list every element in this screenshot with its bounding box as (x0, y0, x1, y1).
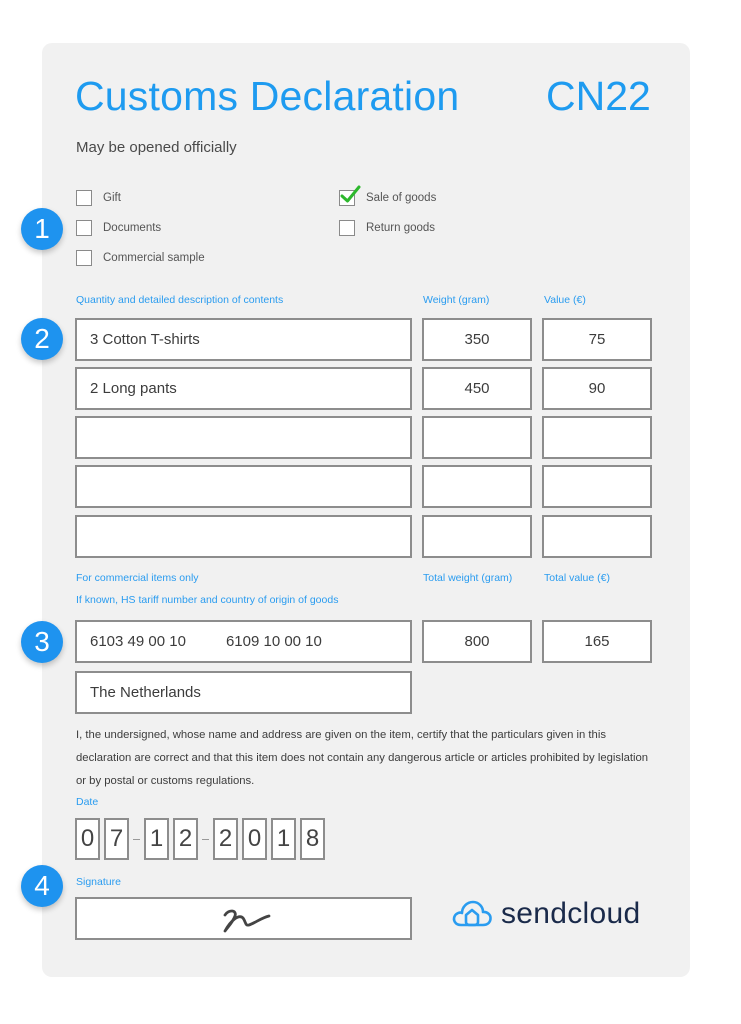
checkbox-box[interactable] (339, 220, 355, 236)
date-month-digit-2[interactable]: 2 (173, 818, 198, 860)
sendcloud-logo: sendcloud (451, 897, 640, 931)
weight-input-2[interactable]: 450 (422, 367, 532, 410)
value-input-5[interactable] (542, 515, 652, 558)
form-subtitle: May be opened officially (76, 139, 237, 156)
date-separator (202, 838, 209, 840)
weight-input-4[interactable] (422, 465, 532, 508)
description-header: Quantity and detailed description of con… (76, 294, 284, 306)
checkmark-icon (340, 185, 361, 203)
total-value-input[interactable]: 165 (542, 620, 652, 663)
description-input-1[interactable]: 3 Cotton T-shirts (75, 318, 412, 361)
date-year-digit-2[interactable]: 0 (242, 818, 267, 860)
signature-field[interactable] (75, 897, 412, 940)
hs-code-1: 6103 49 00 10 (90, 633, 186, 650)
date-day-digit-1[interactable]: 0 (75, 818, 100, 860)
checkbox-label: Gift (103, 192, 121, 204)
checkbox-label: Documents (103, 222, 162, 234)
checkbox-label: Commercial sample (103, 252, 205, 264)
checkbox-documents[interactable]: Documents (76, 220, 161, 236)
date-label: Date (76, 796, 99, 808)
checkbox-gift[interactable]: Gift (76, 190, 121, 206)
date-input[interactable]: 0 7 1 2 2 0 1 8 (75, 818, 329, 860)
brand-name: sendcloud (501, 897, 641, 930)
checkbox-return-goods[interactable]: Return goods (339, 220, 435, 236)
hs-code-2: 6109 10 00 10 (225, 633, 322, 650)
date-year-digit-3[interactable]: 1 (271, 818, 296, 860)
date-month-digit-1[interactable]: 1 (144, 818, 169, 860)
checkbox-commercial-sample[interactable]: Commercial sample (76, 250, 205, 266)
checkbox-box-checked[interactable] (339, 185, 361, 206)
step-badge-4: 4 (21, 865, 63, 907)
declaration-text: I, the undersigned, whose name and addre… (76, 729, 649, 787)
value-input-3[interactable] (542, 416, 652, 459)
checkbox-box[interactable] (76, 190, 92, 206)
weight-input-3[interactable] (422, 416, 532, 459)
checkbox-box[interactable] (76, 250, 92, 266)
country-of-origin-input[interactable]: The Netherlands (75, 671, 412, 714)
checkbox-label: Return goods (366, 222, 436, 234)
hs-tariff-input[interactable]: 6103 49 00 10 6109 10 00 10 (75, 620, 412, 663)
value-input-1[interactable]: 75 (542, 318, 652, 361)
step-badge-2: 2 (21, 318, 63, 360)
signature-label: Signature (76, 876, 121, 888)
total-weight-input[interactable]: 800 (422, 620, 532, 663)
date-year-digit-1[interactable]: 2 (213, 818, 238, 860)
weight-input-5[interactable] (422, 515, 532, 558)
weight-input-1[interactable]: 350 (422, 318, 532, 361)
total-weight-label: Total weight (gram) (423, 572, 513, 584)
weight-header: Weight (gram) (423, 294, 490, 306)
description-input-4[interactable] (75, 465, 412, 508)
checkbox-box[interactable] (76, 220, 92, 236)
date-year-digit-4[interactable]: 8 (300, 818, 325, 860)
form-title: Customs Declaration (75, 73, 460, 119)
description-input-2[interactable]: 2 Long pants (75, 367, 412, 410)
checkbox-label: Sale of goods (366, 192, 437, 204)
value-header: Value (€) (544, 294, 586, 306)
cloud-icon (452, 900, 492, 927)
description-input-3[interactable] (75, 416, 412, 459)
date-day-digit-2[interactable]: 7 (104, 818, 129, 860)
commercial-label: For commercial items only (76, 572, 199, 584)
total-value-label: Total value (€) (544, 572, 610, 584)
date-separator (133, 838, 140, 840)
value-input-2[interactable]: 90 (542, 367, 652, 410)
step-badge-3: 3 (21, 621, 63, 663)
hs-tariff-label: If known, HS tariff number and country o… (76, 594, 339, 606)
description-input-5[interactable] (75, 515, 412, 558)
value-input-4[interactable] (542, 465, 652, 508)
checkbox-sale-of-goods[interactable]: Sale of goods (339, 185, 437, 206)
signature-scribble-icon (223, 909, 271, 933)
step-badge-1: 1 (21, 208, 63, 250)
form-code: CN22 (546, 73, 651, 119)
